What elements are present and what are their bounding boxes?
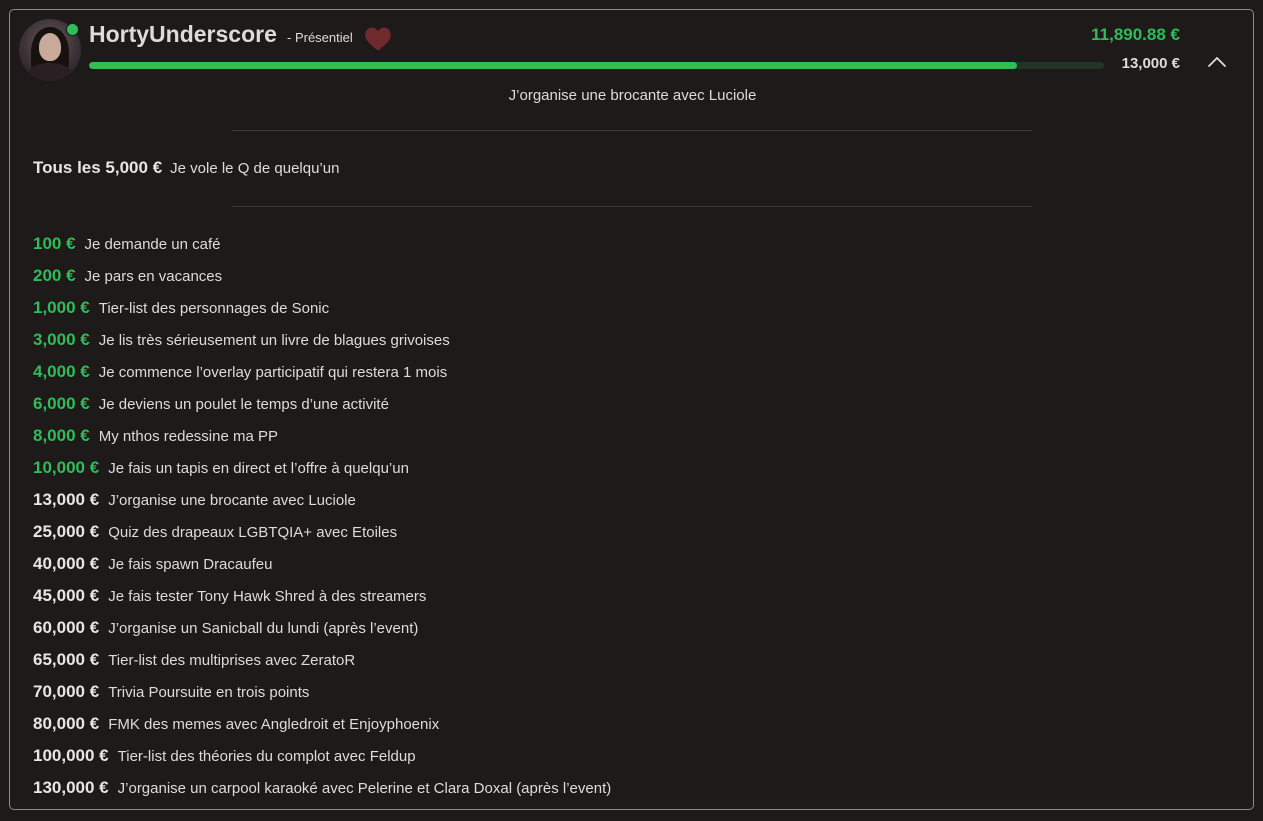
goal-item: 70,000 € Trivia Poursuite en trois points bbox=[33, 681, 611, 713]
goal-item-text: Trivia Poursuite en trois points bbox=[108, 684, 310, 701]
goal-item: 40,000 € Je fais spawn Dracaufeu bbox=[33, 553, 611, 585]
goal-item: 45,000 € Je fais tester Tony Hawk Shred à… bbox=[33, 585, 611, 617]
goal-item-amount: 60,000 € bbox=[33, 618, 100, 637]
goal-item-text: Tier-list des personnages de Sonic bbox=[98, 300, 330, 317]
goal-item-amount: 65,000 € bbox=[33, 650, 100, 669]
goal-item-text: FMK des memes avec Angledroit et Enjoyph… bbox=[108, 716, 440, 733]
goal-item-amount: 40,000 € bbox=[33, 554, 100, 573]
goal-item-amount: 200 € bbox=[33, 266, 76, 285]
goal-item: 60,000 € J’organise un Sanicball du lundi… bbox=[33, 617, 611, 649]
goal-item-amount: 25,000 € bbox=[33, 522, 100, 541]
chevron-up-icon[interactable] bbox=[1206, 53, 1228, 71]
goal-item-text: Quiz des drapeaux LGBTQIA+ avec Etoiles bbox=[108, 524, 398, 541]
streamer-name[interactable]: HortyUnderscore bbox=[89, 21, 277, 48]
goal-item-text: J’organise une brocante avec Luciole bbox=[108, 492, 356, 509]
recurring-goal-text: Je vole le Q de quelqu’un bbox=[170, 160, 340, 177]
divider bbox=[232, 130, 1032, 131]
goal-item-text: Je lis très sérieusement un livre de bla… bbox=[98, 332, 450, 349]
goal-item: 200 € Je pars en vacances bbox=[33, 265, 611, 297]
progress-bar-fill bbox=[89, 62, 1018, 69]
goal-item-text: Je commence l’overlay participatif qui r… bbox=[98, 364, 448, 381]
goal-item-amount: 45,000 € bbox=[33, 586, 100, 605]
goal-item-amount: 70,000 € bbox=[33, 682, 100, 701]
goal-item-text: Tier-list des multiprises avec ZeratoR bbox=[108, 652, 356, 669]
goal-item-amount: 4,000 € bbox=[33, 362, 90, 381]
donation-goals-card: HortyUnderscore - Présentiel 11,890.88 €… bbox=[9, 9, 1254, 810]
goal-item-amount: 6,000 € bbox=[33, 394, 90, 413]
goal-item-amount: 10,000 € bbox=[33, 458, 100, 477]
goal-item-amount: 8,000 € bbox=[33, 426, 90, 445]
goal-item-text: Tier-list des théories du complot avec F… bbox=[117, 748, 416, 765]
goal-item-text: Je deviens un poulet le temps d’une acti… bbox=[98, 396, 389, 413]
next-goal-description: J’organise une brocante avec Luciole bbox=[508, 87, 757, 104]
goal-item-text: J’organise un carpool karaoké avec Peler… bbox=[117, 780, 612, 797]
progress-bar bbox=[89, 62, 1104, 69]
recurring-goal-label: Tous les 5,000 € bbox=[33, 158, 163, 177]
goal-item: 4,000 € Je commence l’overlay participati… bbox=[33, 361, 611, 393]
goal-item-amount: 130,000 € bbox=[33, 778, 109, 797]
goal-item-text: Je fais spawn Dracaufeu bbox=[108, 556, 273, 573]
goal-item-amount: 100,000 € bbox=[33, 746, 109, 765]
goal-list: 100 € Je demande un café 200 € Je pars en v… bbox=[33, 233, 611, 809]
goal-item-text: Je fais un tapis en direct et l’offre à … bbox=[108, 460, 409, 477]
goal-item: 130,000 € J’organise un carpool karaoké a… bbox=[33, 777, 611, 809]
goal-item-text: J’organise un Sanicball du lundi (après … bbox=[108, 620, 419, 637]
goal-item-amount: 100 € bbox=[33, 234, 76, 253]
goal-item-text: Je pars en vacances bbox=[84, 268, 223, 285]
attendance-mode: - Présentiel bbox=[287, 30, 353, 45]
goal-item: 3,000 € Je lis très sérieusement un livre… bbox=[33, 329, 611, 361]
goal-item-amount: 80,000 € bbox=[33, 714, 100, 733]
goal-item: 100 € Je demande un café bbox=[33, 233, 611, 265]
goal-item: 13,000 € J’organise une brocante avec Luc… bbox=[33, 489, 611, 521]
goal-item: 1,000 € Tier-list des personnages de Soni… bbox=[33, 297, 611, 329]
goal-item: 6,000 € Je deviens un poulet le temps d’u… bbox=[33, 393, 611, 425]
goal-item: 8,000 € My nthos redessine ma PP bbox=[33, 425, 611, 457]
goal-item-text: Je fais tester Tony Hawk Shred à des str… bbox=[108, 588, 427, 605]
goal-item-text: My nthos redessine ma PP bbox=[98, 428, 278, 445]
avatar-face bbox=[39, 33, 61, 61]
recurring-goal: Tous les 5,000 € Je vole le Q de quelqu’u… bbox=[33, 158, 339, 178]
goal-item: 100,000 € Tier-list des théories du compl… bbox=[33, 745, 611, 777]
goal-item-amount: 1,000 € bbox=[33, 298, 90, 317]
goal-item: 25,000 € Quiz des drapeaux LGBTQIA+ avec … bbox=[33, 521, 611, 553]
goal-amount: 13,000 € bbox=[1121, 55, 1180, 72]
current-amount: 11,890.88 € bbox=[1091, 25, 1180, 44]
divider bbox=[232, 206, 1032, 207]
online-status-dot bbox=[66, 23, 79, 36]
goal-item-amount: 13,000 € bbox=[33, 490, 100, 509]
goal-item: 65,000 € Tier-list des multiprises avec Z… bbox=[33, 649, 611, 681]
goal-item: 80,000 € FMK des memes avec Angledroit et… bbox=[33, 713, 611, 745]
goal-item-text: Je demande un café bbox=[84, 236, 221, 253]
goal-item: 10,000 € Je fais un tapis en direct et l’… bbox=[33, 457, 611, 489]
goal-item-amount: 3,000 € bbox=[33, 330, 90, 349]
heart-icon[interactable] bbox=[364, 26, 392, 52]
